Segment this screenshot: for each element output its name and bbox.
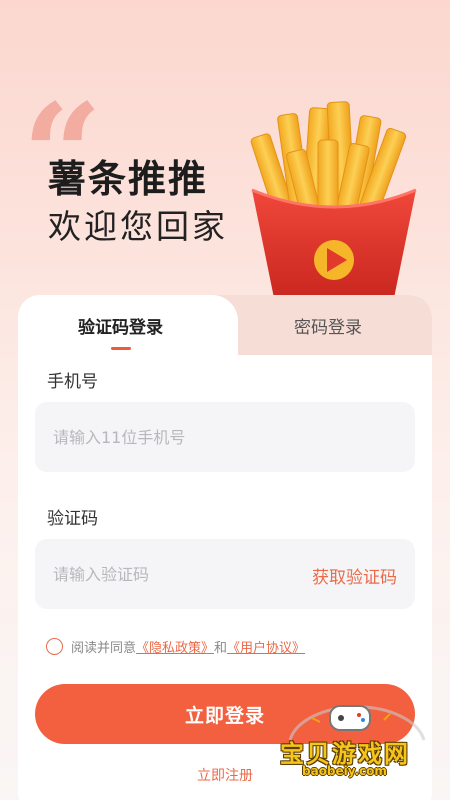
- tab-password-login-label[interactable]: 密码登录: [258, 313, 398, 338]
- watermark-url: baobeiy.com: [302, 764, 387, 778]
- login-tabs: 验证码登录 密码登录: [18, 295, 432, 355]
- tab-code-login-label: 验证码登录: [78, 318, 163, 338]
- privacy-policy-link[interactable]: 《隐私政策》: [136, 637, 214, 656]
- active-tab-indicator: [111, 347, 131, 350]
- user-agreement-link[interactable]: 《用户协议》: [227, 637, 305, 656]
- agreement-row: 阅读并同意 《隐私政策》 和 《用户协议》: [46, 636, 305, 656]
- phone-field[interactable]: [35, 402, 415, 472]
- agreement-checkbox[interactable]: [46, 637, 63, 655]
- agreement-prefix: 阅读并同意: [71, 640, 137, 656]
- code-label: 验证码: [47, 509, 98, 529]
- agreement-conjunction: 和: [214, 640, 228, 656]
- code-field[interactable]: 获取验证码: [35, 539, 415, 609]
- hero-banner: “ 薯条推推 欢迎您回家: [0, 0, 450, 330]
- code-input[interactable]: [53, 539, 283, 609]
- brand-title: 薯条推推: [48, 157, 209, 201]
- site-watermark: 宝贝游戏网 baobeiy.com: [272, 700, 442, 795]
- get-code-button[interactable]: 获取验证码: [312, 563, 397, 588]
- phone-input[interactable]: [53, 402, 283, 472]
- welcome-subtitle: 欢迎您回家: [48, 207, 228, 246]
- fries-logo-icon: [250, 101, 417, 302]
- phone-label: 手机号: [47, 372, 98, 392]
